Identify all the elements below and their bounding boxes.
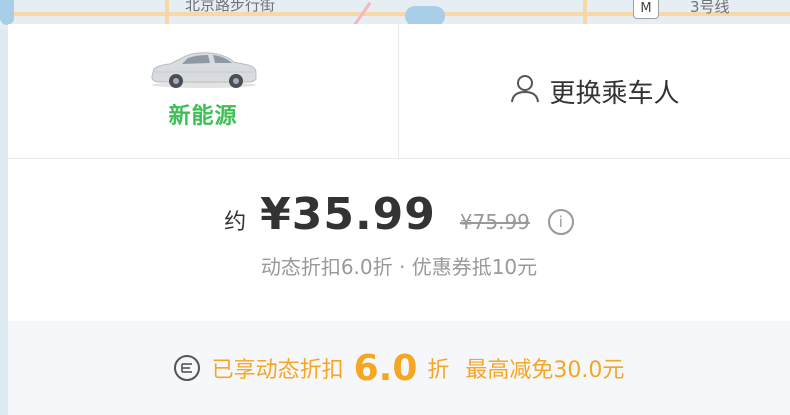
price-amount: ¥35.99: [260, 189, 436, 240]
change-passenger-button[interactable]: 更换乘车人: [399, 24, 790, 158]
map-line-label: 3号线: [690, 0, 730, 16]
ride-card: 新能源 更换乘车人 约 ¥35.99 ¥75.99 i 动态折扣6.0折 · 优…: [8, 24, 790, 415]
car-icon: [148, 50, 260, 94]
discount-unit: 折: [427, 358, 450, 383]
original-price: ¥75.99: [459, 210, 530, 234]
price-breakdown: 动态折扣6.0折 · 优惠券抵10元: [260, 255, 538, 279]
discount-value: 6.0: [353, 347, 418, 389]
option-row: 新能源 更换乘车人: [8, 24, 790, 159]
person-icon: [509, 72, 541, 111]
car-type-label: 新能源: [168, 104, 238, 129]
approx-label: 约: [224, 210, 247, 235]
change-passenger-label: 更换乘车人: [549, 78, 680, 109]
ticket-icon: [173, 355, 200, 381]
metro-icon: M: [633, 0, 659, 19]
discount-prefix: 已享动态折扣: [211, 358, 344, 383]
discount-banner: 已享动态折扣 6.0 折 最高减免30.0元: [8, 321, 790, 415]
discount-max: 最高减免30.0元: [465, 358, 625, 383]
map-street-label: 北京路步行街: [185, 0, 276, 14]
price-estimate: 约 ¥35.99 ¥75.99 i 动态折扣6.0折 · 优惠券抵10元: [8, 159, 790, 321]
car-type-option[interactable]: 新能源: [8, 24, 399, 158]
info-icon[interactable]: i: [547, 209, 574, 235]
